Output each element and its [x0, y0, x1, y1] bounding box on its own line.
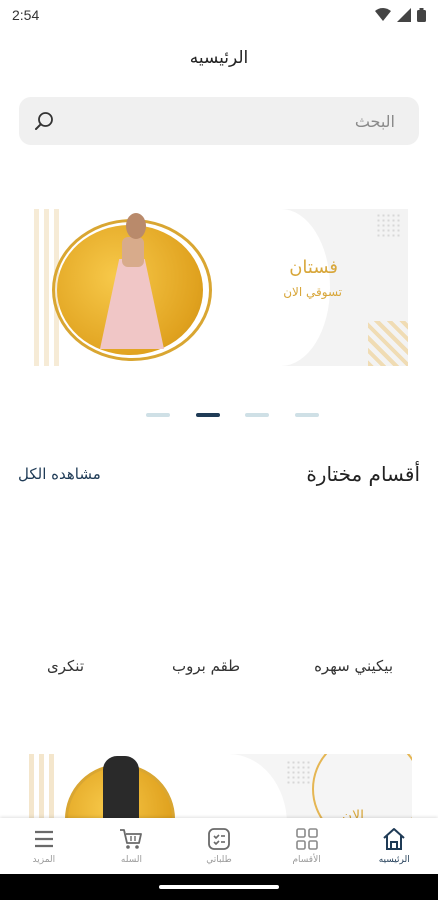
carousel-indicator — [0, 413, 438, 419]
carousel-dot[interactable] — [146, 413, 170, 417]
nav-label: المزيد — [32, 855, 56, 865]
model-head — [126, 213, 146, 239]
nav-label: طلباتي — [206, 855, 232, 865]
banner-title: فستان — [289, 257, 338, 278]
nav-orders[interactable]: طلباتي — [175, 818, 263, 874]
category-item[interactable]: طقم بروب — [172, 657, 240, 675]
hero-banner[interactable]: فستان تسوقي الان — [30, 209, 408, 366]
promo-banner[interactable]: الان — [27, 754, 412, 824]
system-nav-bar — [0, 874, 438, 900]
nav-cart[interactable]: السله — [88, 818, 176, 874]
signal-icon — [397, 8, 411, 22]
status-bar: 2:54 — [0, 0, 438, 30]
nav-home[interactable]: الرئيسيه — [350, 818, 438, 874]
banner-dot-pattern — [286, 760, 312, 784]
page-title: الرئيسيه — [189, 48, 249, 68]
search-input[interactable] — [55, 111, 395, 131]
cart-icon — [120, 829, 143, 849]
category-item[interactable]: بيكيني سهره — [314, 657, 393, 675]
section-title: أقسام مختارة — [306, 462, 420, 486]
banner-corner-pattern — [368, 321, 408, 366]
nav-more[interactable]: المزيد — [0, 818, 88, 874]
menu-icon — [34, 830, 53, 848]
carousel-dot[interactable] — [245, 413, 269, 417]
grid-icon — [295, 828, 318, 850]
model-image — [103, 756, 139, 824]
nav-label: الأقسام — [292, 855, 321, 865]
category-item[interactable]: تنكرى — [47, 657, 84, 675]
banner-subtitle: تسوقي الان — [283, 285, 342, 299]
model-torso — [122, 237, 144, 267]
status-time: 2:54 — [12, 7, 40, 23]
carousel-dot[interactable] — [295, 413, 319, 417]
carousel-dot-active[interactable] — [196, 413, 220, 417]
wifi-icon — [375, 8, 391, 21]
status-icons — [375, 8, 426, 22]
nav-label: السله — [120, 855, 142, 865]
banner-dot-pattern — [376, 213, 402, 239]
orders-icon — [208, 828, 230, 850]
battery-icon — [417, 8, 426, 22]
home-gesture-pill[interactable] — [159, 885, 279, 889]
search-icon[interactable] — [33, 110, 55, 132]
nav-categories[interactable]: الأقسام — [263, 818, 351, 874]
nav-label: الرئيسيه — [378, 855, 410, 865]
banner-stripes — [29, 754, 57, 824]
home-icon — [383, 828, 405, 850]
search-bar[interactable] — [19, 97, 419, 145]
bottom-nav: الرئيسيه الأقسام طلباتي السله المزيد — [0, 818, 438, 874]
view-all-link[interactable]: مشاهده الكل — [18, 465, 101, 483]
